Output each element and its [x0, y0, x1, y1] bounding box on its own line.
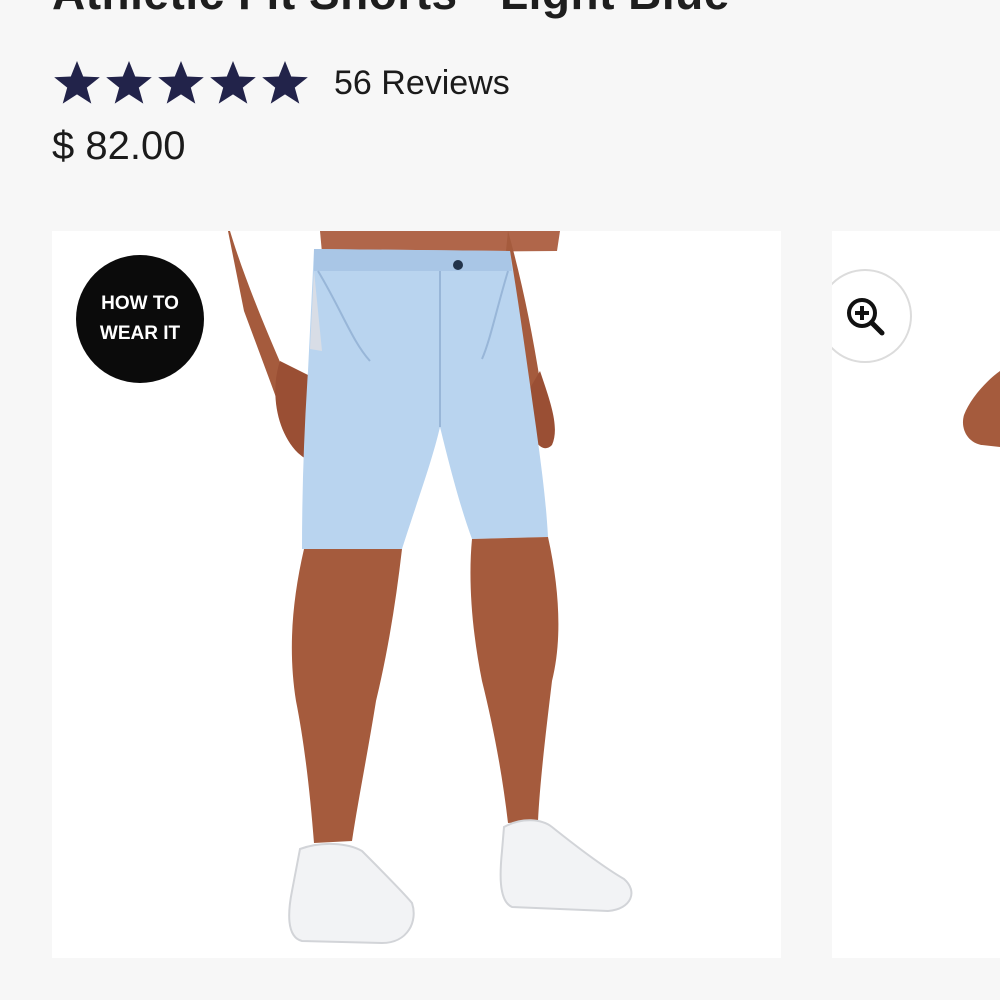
- star-rating: [52, 58, 312, 108]
- star-icon: [52, 58, 102, 108]
- reviews-link[interactable]: 56 Reviews: [334, 64, 510, 103]
- star-icon: [156, 58, 206, 108]
- badge-line-1: HOW TO: [101, 293, 179, 314]
- rating-row[interactable]: 56 Reviews: [52, 58, 510, 108]
- star-icon: [104, 58, 154, 108]
- star-icon: [260, 58, 310, 108]
- product-image-card[interactable]: HOW TO WEAR IT: [52, 231, 781, 958]
- zoom-in-icon: [847, 298, 885, 336]
- next-image-preview: [962, 371, 1000, 447]
- badge-line-2: WEAR IT: [99, 323, 181, 344]
- product-price: $ 82.00: [52, 124, 186, 168]
- star-icon: [208, 58, 258, 108]
- next-image-card[interactable]: [832, 231, 1000, 958]
- product-title: Athletic Fit Shorts - Light Blue: [52, 0, 730, 20]
- zoom-in-button[interactable]: [832, 269, 912, 363]
- how-to-wear-it-button[interactable]: HOW TO WEAR IT: [76, 255, 204, 383]
